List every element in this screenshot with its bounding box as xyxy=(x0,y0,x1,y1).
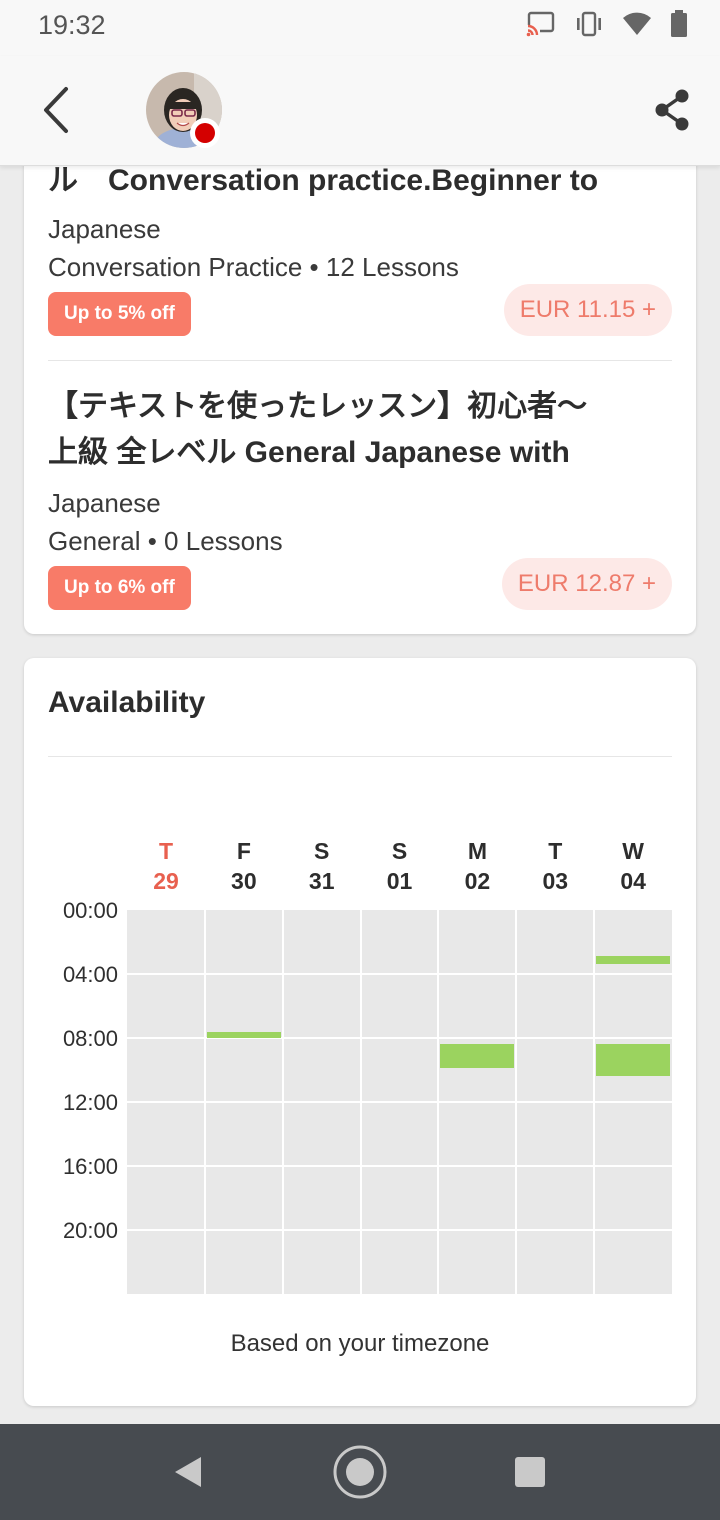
back-button[interactable] xyxy=(36,84,76,136)
day-date: 02 xyxy=(464,868,491,894)
day-weekday: S xyxy=(314,838,330,864)
share-button[interactable] xyxy=(652,88,692,132)
system-nav-bar xyxy=(0,1424,720,1520)
availability-slot[interactable] xyxy=(596,956,670,965)
live-indicator xyxy=(190,118,220,148)
share-icon xyxy=(655,89,689,131)
battery-icon xyxy=(670,10,688,43)
time-label: 08:00 xyxy=(62,1026,118,1051)
availability-slot[interactable] xyxy=(440,1044,515,1069)
grid-row-divider xyxy=(127,973,672,975)
day-header: M 02 xyxy=(438,836,516,896)
divider xyxy=(48,360,672,361)
course-meta: General • 0 Lessons xyxy=(48,526,283,556)
time-label: 04:00 xyxy=(62,962,118,987)
day-date: 03 xyxy=(542,868,569,894)
wifi-icon xyxy=(622,11,652,42)
grid-row-divider xyxy=(127,1165,672,1167)
time-label: 20:00 xyxy=(62,1218,118,1243)
day-date: 30 xyxy=(231,868,257,894)
day-weekday: S xyxy=(391,838,408,864)
day-header: F 30 xyxy=(205,836,283,896)
day-date: 01 xyxy=(386,868,413,894)
day-header: S 01 xyxy=(361,836,439,896)
day-date: 31 xyxy=(308,868,335,894)
price-pill[interactable]: EUR 11.15 + xyxy=(503,284,672,336)
course-language: Japanese xyxy=(48,214,161,244)
chevron-left-icon xyxy=(44,87,68,133)
course-title-line2: 上級 全レベル General Japanese with xyxy=(48,436,570,469)
discount-badge: Up to 5% off xyxy=(48,292,191,336)
availability-grid[interactable] xyxy=(127,910,672,1294)
grid-row-divider xyxy=(127,1101,672,1103)
cast-icon xyxy=(526,11,556,42)
back-triangle-icon xyxy=(175,1457,201,1487)
time-label: 16:00 xyxy=(62,1154,118,1179)
day-weekday: W xyxy=(622,838,644,864)
status-bar: 19:32 xyxy=(0,0,720,56)
day-header: T 29 xyxy=(127,836,205,896)
recents-square-icon xyxy=(515,1457,545,1487)
nav-recents-button[interactable] xyxy=(514,1456,546,1488)
grid-row-divider xyxy=(127,1229,672,1231)
day-weekday: T xyxy=(158,838,174,864)
day-weekday: M xyxy=(467,838,487,864)
status-time: 19:32 xyxy=(38,10,106,40)
vibrate-icon xyxy=(574,11,604,42)
nav-back-button[interactable] xyxy=(170,1454,206,1490)
divider xyxy=(48,756,672,757)
day-weekday: T xyxy=(548,838,563,864)
discount-badge: Up to 6% off xyxy=(48,566,191,610)
course-title: 【テキストを使ったレッスン】初心者〜 xyxy=(48,390,588,423)
course-meta: Conversation Practice • 12 Lessons xyxy=(48,252,459,282)
day-date: 04 xyxy=(620,868,646,894)
availability-title: Availability xyxy=(48,686,206,719)
availability-slot[interactable] xyxy=(206,1031,281,1038)
availability-card: Availability T 29 F 30 S 31 S 01 M 02 T 03 W 04 00:00… xyxy=(24,658,696,1406)
time-label: 12:00 xyxy=(62,1090,118,1115)
day-header: S 31 xyxy=(283,836,361,896)
availability-slot[interactable] xyxy=(596,1044,670,1077)
app-bar xyxy=(0,56,720,166)
course-language: Japanese xyxy=(48,488,161,518)
timezone-note: Based on your timezone xyxy=(230,1330,490,1357)
time-label: 00:00 xyxy=(62,898,118,923)
day-header: T 03 xyxy=(516,836,594,896)
price-pill[interactable]: EUR 12.87 + xyxy=(501,558,672,610)
day-weekday: F xyxy=(236,838,251,864)
nav-home-button[interactable] xyxy=(330,1442,390,1502)
day-date: 29 xyxy=(153,868,179,894)
home-circle-icon xyxy=(333,1445,387,1499)
day-header: W 04 xyxy=(594,836,672,896)
status-icons xyxy=(526,10,688,43)
courses-card: ル Conversation practice.Beginner to Japa… xyxy=(24,120,696,634)
